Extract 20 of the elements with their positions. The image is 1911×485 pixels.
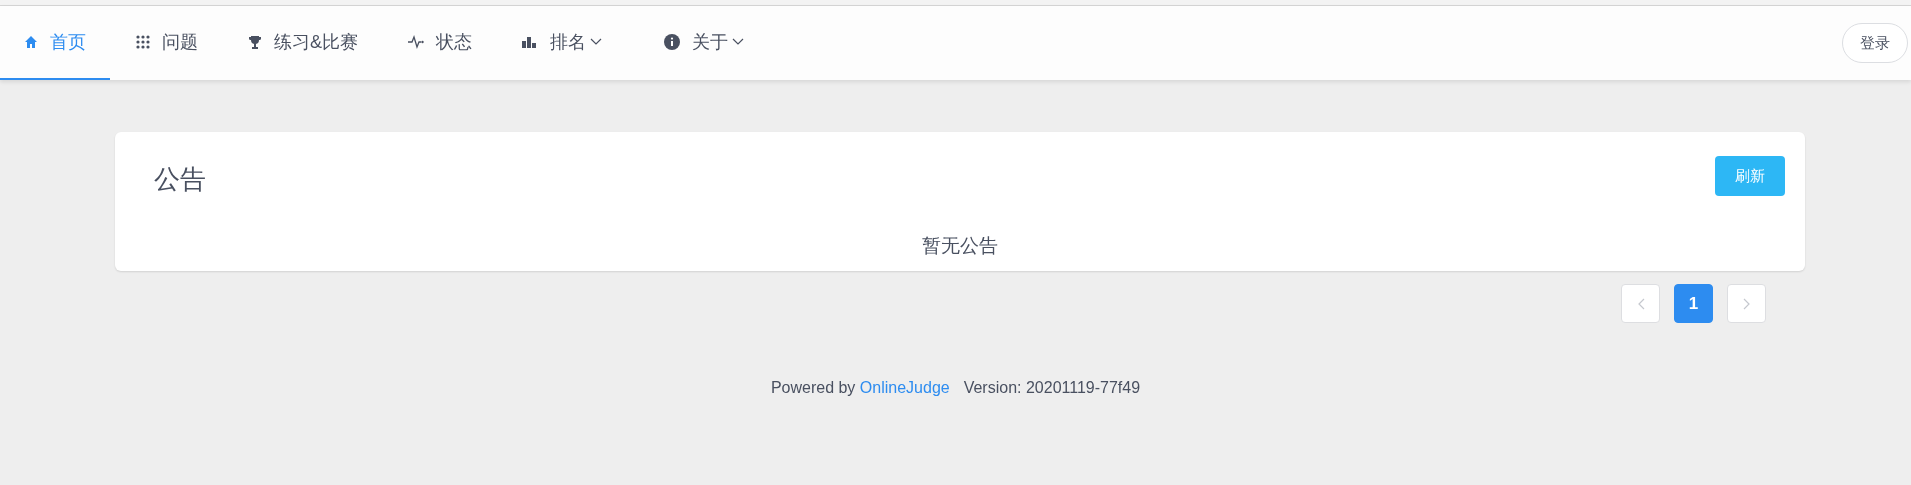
pulse-icon <box>408 35 424 49</box>
chevron-right-icon <box>1742 297 1751 310</box>
bar-chart-icon <box>522 36 538 48</box>
version-text: Version: 20201119-77f49 <box>963 379 1141 396</box>
powered-by-text: Powered by <box>770 379 856 396</box>
trophy-icon <box>248 34 262 50</box>
grid-icon <box>136 35 150 49</box>
nav-tab[interactable]: 状态 <box>384 6 496 80</box>
nav-tab[interactable]: 练习&比赛 <box>224 6 382 80</box>
card-title: 公告 <box>154 163 206 196</box>
next-page-button[interactable] <box>1727 284 1766 323</box>
nav-tab[interactable]: 关于 <box>640 6 768 80</box>
nav-tab[interactable]: 问题 <box>112 6 222 80</box>
empty-message: 暂无公告 <box>922 235 998 256</box>
info-icon <box>664 34 680 50</box>
previous-page-button[interactable] <box>1621 284 1660 323</box>
login-button[interactable]: 登录 <box>1842 23 1908 63</box>
nav-tab[interactable]: 排名 <box>498 6 626 80</box>
home-icon <box>24 35 38 49</box>
chevron-left-icon <box>1636 297 1645 310</box>
